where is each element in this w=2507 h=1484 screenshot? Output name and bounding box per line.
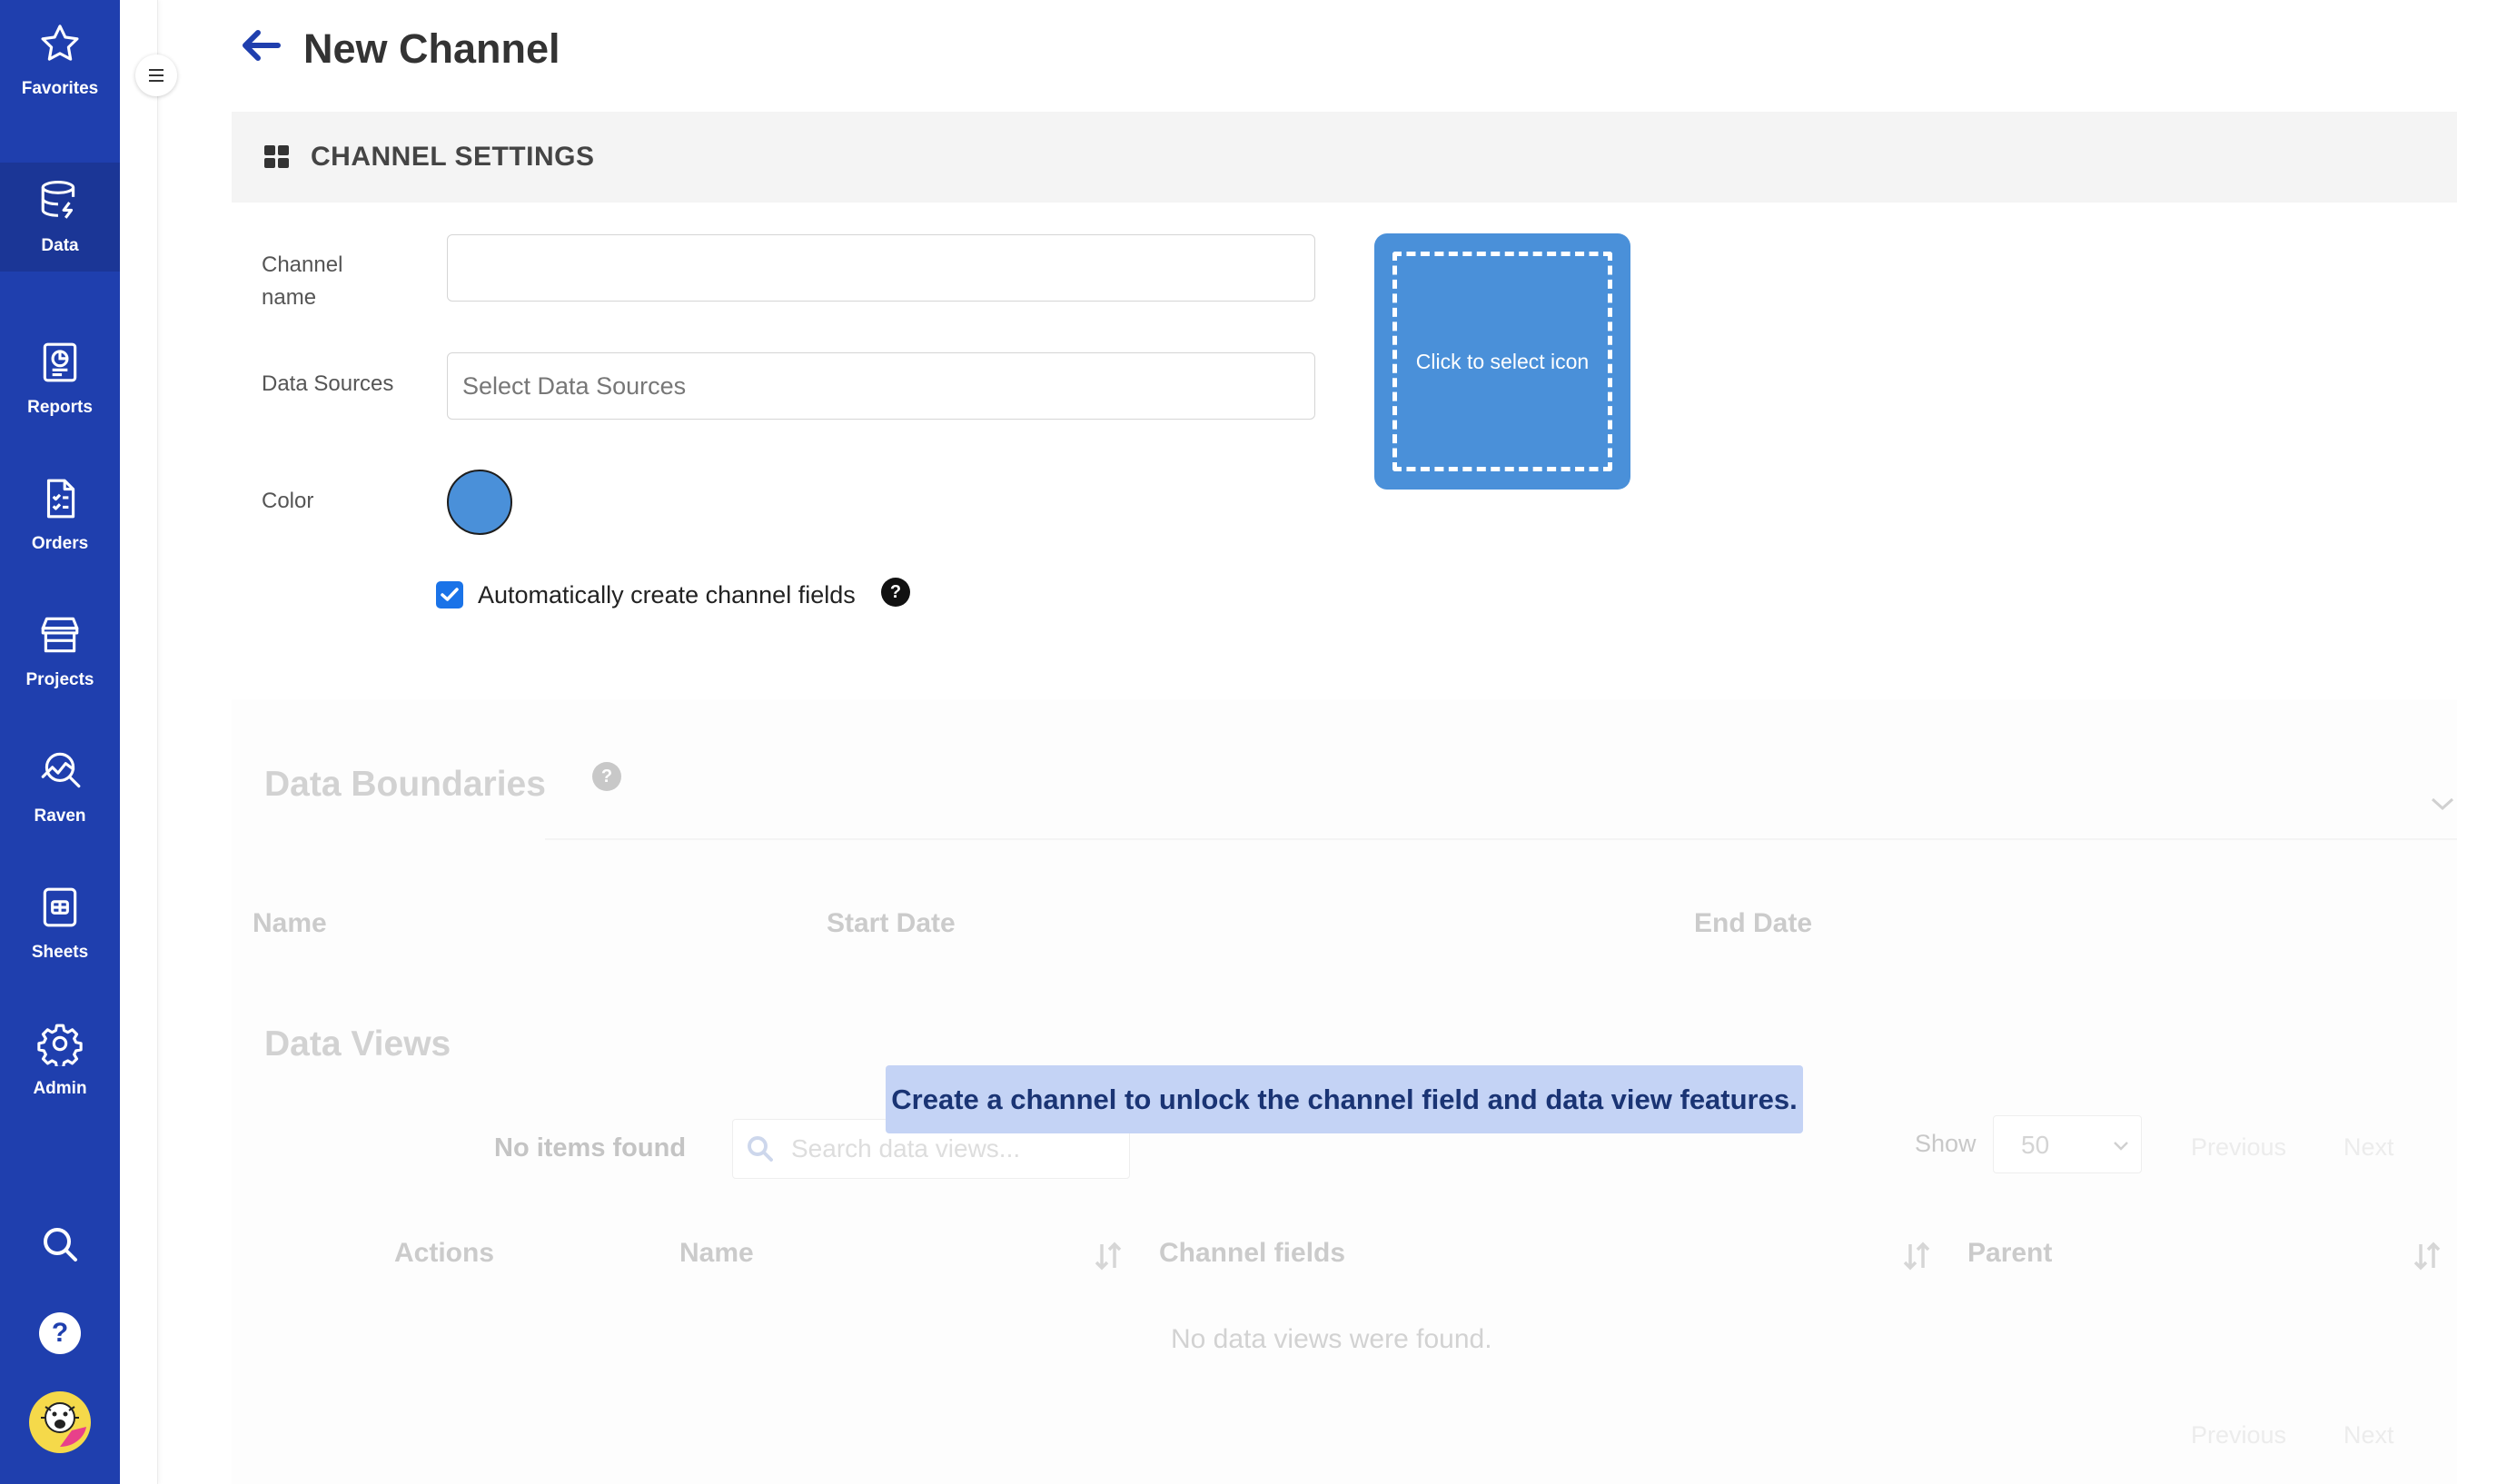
boundaries-col-name: Name	[253, 908, 327, 938]
boundaries-col-start-date: Start Date	[827, 908, 956, 938]
sidebar-item-orders[interactable]: Orders	[0, 460, 120, 569]
auto-create-help-icon[interactable]: ?	[881, 578, 910, 607]
channel-name-label: Channel name	[262, 252, 343, 310]
orders-icon	[46, 479, 75, 519]
search-icon	[748, 1136, 773, 1162]
user-avatar-button[interactable]	[0, 1390, 120, 1455]
sidebar-item-label: Favorites	[21, 79, 99, 98]
grid-icon	[264, 145, 289, 168]
global-search-button[interactable]	[0, 1217, 120, 1271]
page-size-select: 50	[1993, 1115, 2142, 1173]
help-button[interactable]: ?	[0, 1308, 120, 1359]
back-button[interactable]	[238, 27, 283, 67]
data-boundaries-title: Data Boundaries	[264, 765, 546, 804]
section-title: CHANNEL SETTINGS	[311, 142, 595, 172]
chevron-down-icon	[2431, 797, 2454, 811]
sidebar-item-raven[interactable]: Raven	[0, 733, 120, 842]
views-col-name: Name	[679, 1238, 754, 1268]
sidebar-item-label: Sheets	[31, 943, 89, 962]
star-icon	[41, 25, 79, 61]
data-views-title: Data Views	[264, 1024, 451, 1064]
sidebar-item-label: Raven	[34, 806, 86, 826]
data-sources-select[interactable]	[447, 352, 1315, 420]
sidebar-item-label: Data	[41, 236, 79, 255]
sidebar-item-label: Orders	[31, 534, 89, 553]
database-icon	[41, 181, 75, 219]
sidebar-rail	[120, 0, 158, 1484]
channel-name-input[interactable]	[447, 234, 1315, 302]
sort-icon	[1903, 1242, 1930, 1271]
auto-create-fields-label: Automatically create channel fields	[478, 581, 856, 608]
hamburger-icon	[149, 69, 164, 82]
previous-page-button-top: Previous	[2191, 1133, 2287, 1161]
help-icon: ?	[39, 1312, 81, 1354]
icon-picker-button[interactable]: Click to select icon	[1374, 233, 1630, 490]
search-placeholder: Search data views...	[791, 1134, 1021, 1162]
boundaries-col-end-date: End Date	[1694, 908, 1813, 938]
channel-settings-header: CHANNEL SETTINGS	[232, 112, 2457, 203]
next-page-button-bottom: Next	[2344, 1421, 2394, 1449]
icon-picker-text: Click to select icon	[1415, 349, 1590, 373]
gear-icon	[37, 1024, 83, 1066]
sidebar-toggle-button[interactable]	[135, 54, 177, 96]
raven-chart-icon	[41, 752, 81, 788]
icon-picker-dropzone: Click to select icon	[1392, 252, 1612, 471]
page-title: New Channel	[303, 25, 560, 72]
sidebar-item-favorites[interactable]: Favorites	[0, 5, 120, 114]
no-items-found-text: No items found	[494, 1133, 687, 1162]
boundaries-divider	[545, 838, 2457, 840]
sheet-icon	[43, 887, 77, 927]
sort-icon	[1095, 1242, 1122, 1271]
sidebar-item-label: Reports	[27, 398, 93, 417]
views-col-actions: Actions	[394, 1238, 495, 1268]
data-boundaries-help-icon: ?	[592, 762, 621, 791]
sidebar-item-label: Projects	[25, 670, 94, 689]
sidebar-item-projects[interactable]: Projects	[0, 597, 120, 706]
data-sources-label: Data Sources	[262, 371, 394, 396]
color-label: Color	[262, 489, 314, 513]
sidebar-item-sheets[interactable]: Sheets	[0, 869, 120, 978]
sidebar: Favorites Data Reports Orders Projects R…	[0, 0, 120, 1484]
color-picker-swatch[interactable]	[447, 470, 512, 535]
unlock-features-notice: Create a channel to unlock the channel f…	[886, 1065, 1803, 1133]
show-label: Show	[1915, 1130, 1977, 1157]
sort-icon	[2413, 1242, 2441, 1271]
store-icon	[41, 617, 79, 653]
arrow-left-icon	[243, 30, 281, 61]
user-avatar	[29, 1391, 91, 1453]
checkmark-icon	[441, 588, 459, 601]
sidebar-item-label: Admin	[33, 1079, 87, 1098]
page-size-value: 50	[2021, 1131, 2050, 1159]
report-icon	[43, 342, 77, 382]
search-icon	[44, 1228, 77, 1261]
chevron-down-icon	[2114, 1142, 2128, 1151]
previous-page-button-bottom: Previous	[2191, 1421, 2287, 1449]
sidebar-item-reports[interactable]: Reports	[0, 324, 120, 433]
empty-table-message: No data views were found.	[1171, 1324, 1492, 1354]
auto-create-fields-checkbox[interactable]	[436, 581, 463, 608]
sidebar-item-data[interactable]: Data	[0, 163, 120, 272]
sidebar-item-admin[interactable]: Admin	[0, 1005, 120, 1114]
views-col-parent: Parent	[1967, 1238, 2053, 1268]
views-col-channel-fields: Channel fields	[1159, 1238, 1346, 1268]
next-page-button-top: Next	[2344, 1133, 2394, 1161]
